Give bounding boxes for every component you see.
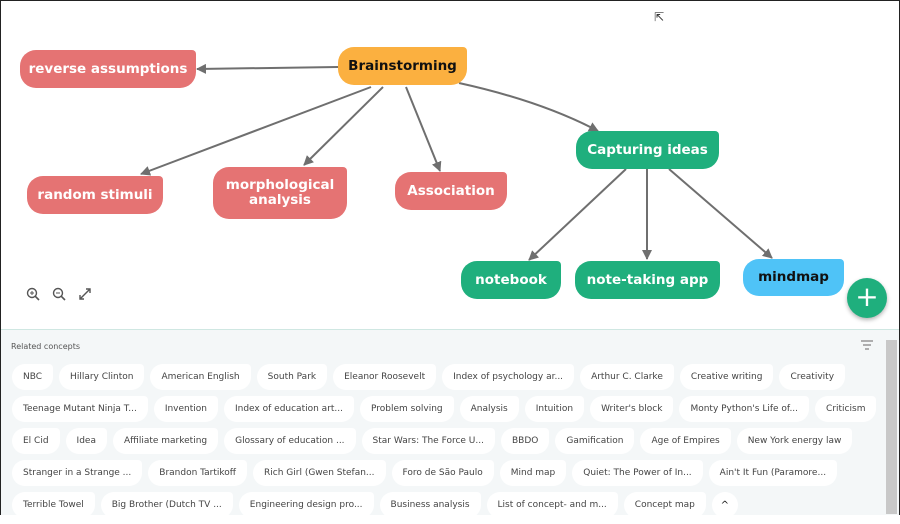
concept-chip-list: NBC Hillary Clinton American English South … [12,364,877,524]
scrollbar[interactable] [886,340,897,514]
edge-root-capture [458,82,599,132]
concept-chip[interactable]: Age of Empires [640,428,731,454]
concept-chip[interactable]: Invention [153,396,218,422]
concept-chip[interactable]: Teenage Mutant Ninja T... [12,396,148,422]
edge-capture-notebook [528,168,627,261]
collapse-chevron-up-icon[interactable]: ^ [711,492,738,518]
concept-chip[interactable]: El Cid [12,428,60,454]
concept-chip[interactable]: Arthur C. Clarke [580,364,674,390]
concept-chip[interactable]: Monty Python's Life of... [679,396,810,422]
chip-row: Terrible Towel Big Brother (Dutch TV ... E… [12,492,872,518]
node-association[interactable]: Association [395,172,507,210]
concept-chip[interactable]: Eleanor Roosevelt [333,364,437,390]
concept-chip[interactable]: List of concept- and m... [486,492,618,518]
concept-chip[interactable]: Creative writing [679,364,774,390]
concept-chip[interactable]: Big Brother (Dutch TV ... [100,492,233,518]
node-note-taking-app[interactable]: note-taking app [575,261,720,299]
chip-row: Teenage Mutant Ninja T... Invention Index … [12,396,877,422]
concept-chip[interactable]: New York energy law [736,428,853,454]
concept-chip[interactable]: Glossary of education ... [224,428,356,454]
concept-chip[interactable]: Brandon Tartikoff [148,460,248,486]
concept-chip[interactable]: Index of education art... [223,396,355,422]
concept-chip[interactable]: Mind map [499,460,567,486]
node-notebook[interactable]: notebook [461,261,561,299]
node-mindmap[interactable]: mindmap [743,259,844,296]
add-node-button[interactable]: + [847,278,887,318]
concept-chip[interactable]: Criticism [815,396,877,422]
edge-capture-mindmap [668,168,773,259]
concept-chip[interactable]: Stranger in a Strange ... [12,460,143,486]
concept-chip[interactable]: Rich Girl (Gwen Stefan... [253,460,386,486]
concept-chip[interactable]: Idea [65,428,107,454]
mouse-cursor-icon: ⇱ [654,10,665,24]
edge-root-morph [303,86,384,166]
zoom-in-icon[interactable] [25,287,41,303]
concept-chip[interactable]: Analysis [459,396,519,422]
edge-root-assoc [405,86,442,172]
concept-chip[interactable]: Foro de São Paulo [391,460,494,486]
concept-chip[interactable]: Intuition [524,396,585,422]
chip-row: NBC Hillary Clinton American English South … [12,364,872,390]
concept-chip[interactable]: South Park [256,364,328,390]
related-concepts-panel: Related concepts NBC Hillary Clinton Ameri… [1,329,899,518]
concept-chip[interactable]: Gamification [555,428,635,454]
concept-chip[interactable]: Star Wars: The Force U... [361,428,495,454]
edge-root-random [140,86,372,176]
node-brainstorming[interactable]: Brainstorming [338,47,467,85]
concept-chip[interactable]: Affiliate marketing [112,428,219,454]
concept-chip[interactable]: Quiet: The Power of In... [572,460,703,486]
zoom-out-icon[interactable] [51,287,67,303]
concept-chip[interactable]: Business analysis [379,492,481,518]
concept-chip[interactable]: Writer's block [590,396,674,422]
concept-chip[interactable]: Engineering design pro... [238,492,374,518]
concept-chip[interactable]: American English [150,364,251,390]
concept-chip[interactable]: NBC [12,364,54,390]
concept-chip[interactable]: Ain't It Fun (Paramore... [708,460,838,486]
node-morphological-analysis[interactable]: morphological analysis [213,167,347,219]
filter-icon[interactable] [861,340,873,350]
concept-chip[interactable]: Hillary Clinton [59,364,145,390]
concept-chip[interactable]: Problem solving [360,396,454,422]
panel-title: Related concepts [11,342,80,351]
expand-icon[interactable] [77,287,93,303]
node-capturing-ideas[interactable]: Capturing ideas [576,131,719,169]
concept-chip[interactable]: Index of psychology ar... [442,364,575,390]
concept-chip[interactable]: Concept map [623,492,706,518]
edge-root-reverse [196,63,339,74]
chip-row: Stranger in a Strange ... Brandon Tartiko… [12,460,872,486]
mindmap-canvas[interactable]: Brainstorming reverse assumptions random… [1,1,900,329]
concept-chip[interactable]: BBDO [500,428,550,454]
chip-row: El Cid Idea Affiliate marketing Glossary of… [12,428,872,454]
node-reverse-assumptions[interactable]: reverse assumptions [20,50,196,88]
node-random-stimuli[interactable]: random stimuli [27,176,163,214]
concept-chip[interactable]: Creativity [779,364,846,390]
concept-chip[interactable]: Terrible Towel [12,492,95,518]
